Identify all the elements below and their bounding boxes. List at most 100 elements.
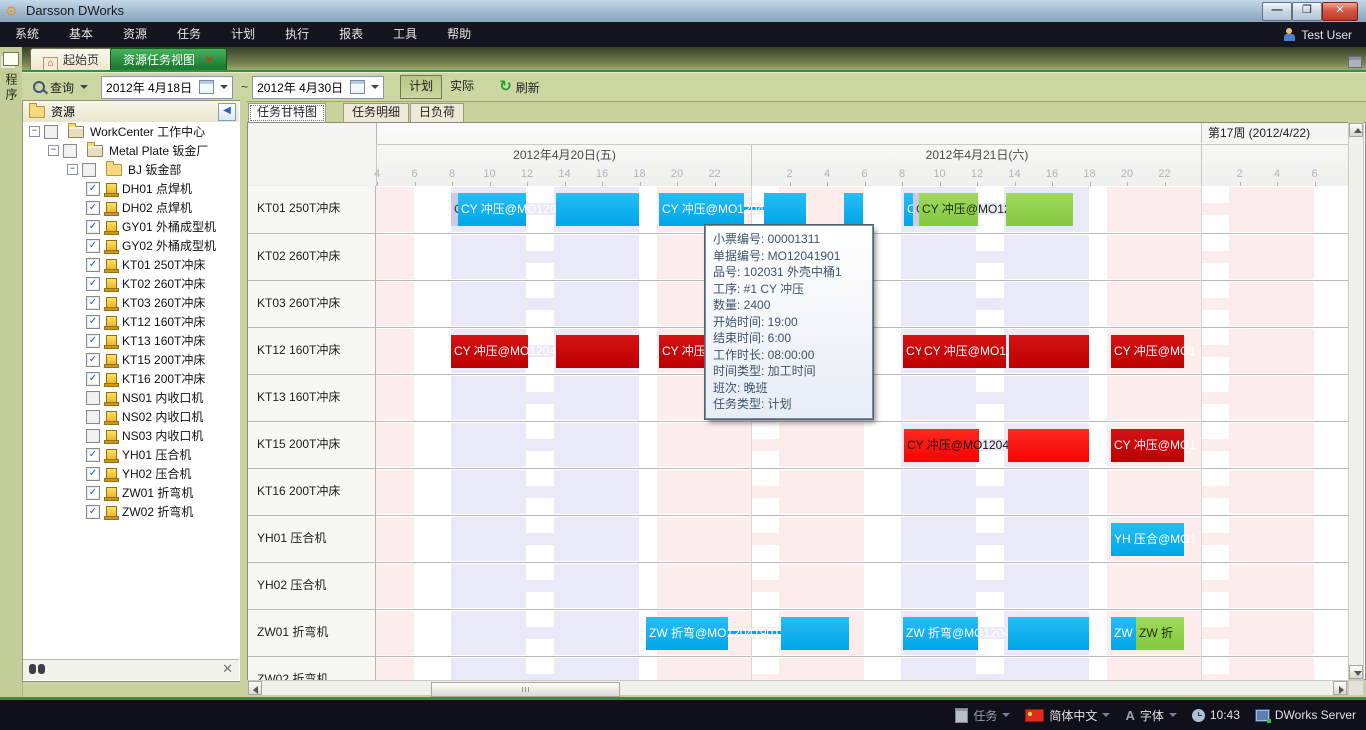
gantt-bar[interactable]: YH 压合@MO1 xyxy=(1111,523,1184,556)
menu-item[interactable]: 系统 xyxy=(0,22,54,47)
tree-checkbox[interactable]: ✓ xyxy=(86,315,100,329)
tree-checkbox[interactable] xyxy=(86,429,100,443)
menu-item[interactable]: 基本 xyxy=(54,22,108,47)
tree-item[interactable]: ✓YH02 压合机 xyxy=(23,464,239,483)
gantt-bar[interactable]: CY 冲 xyxy=(903,335,921,368)
actual-toggle-button[interactable]: 实际 xyxy=(442,76,482,98)
gantt-bar[interactable]: ZW 折弯@MO12041901 xyxy=(646,617,728,650)
date-from-dropdown-arrow[interactable] xyxy=(220,85,228,89)
scroll-down-button[interactable] xyxy=(1349,665,1363,679)
minimize-button[interactable]: — xyxy=(1262,2,1292,21)
close-button[interactable]: ✕ xyxy=(1322,2,1358,21)
gantt-bar[interactable]: C xyxy=(451,193,458,226)
menu-item[interactable]: 工具 xyxy=(378,22,432,47)
title-bar[interactable]: ⚙ Darsson DWorks — ❐ ✕ xyxy=(0,0,1366,23)
gantt-bar[interactable]: CY 冲压@MO1 xyxy=(1111,335,1184,368)
plan-toggle-button[interactable]: 计划 xyxy=(400,75,442,99)
tree-checkbox[interactable]: ✓ xyxy=(86,448,100,462)
gantt-bar[interactable] xyxy=(1006,193,1073,226)
expander-icon[interactable]: − xyxy=(29,126,40,137)
find-icon[interactable] xyxy=(29,664,45,674)
status-item[interactable]: A字体 xyxy=(1125,707,1176,724)
gantt-bar[interactable] xyxy=(1009,335,1089,368)
menu-item[interactable]: 报表 xyxy=(324,22,378,47)
restore-button[interactable]: ❐ xyxy=(1292,2,1322,21)
query-button[interactable]: 查询 xyxy=(26,76,95,98)
gantt-bar[interactable]: CY 冲压@MO12041904 xyxy=(921,335,1006,368)
scroll-left-button[interactable] xyxy=(248,681,262,695)
gantt-bar[interactable]: CY 冲压@MO12041904 xyxy=(451,335,528,368)
date-to-field[interactable]: 2012年 4月30日 xyxy=(252,76,384,99)
gantt-bar[interactable]: CY 冲压@MO12041902 xyxy=(919,193,978,226)
tree-item[interactable]: −BJ 钣金部 xyxy=(23,160,239,179)
gantt-bar[interactable] xyxy=(556,335,639,368)
tree-item[interactable]: ✓GY02 外桶成型机 xyxy=(23,236,239,255)
tree-checkbox[interactable]: ✓ xyxy=(86,258,100,272)
scroll-right-button[interactable] xyxy=(1333,681,1347,695)
tab-close-icon[interactable]: ✕ xyxy=(204,53,214,67)
scroll-up-button[interactable] xyxy=(1349,123,1363,137)
date-to-dropdown-arrow[interactable] xyxy=(371,85,379,89)
menu-item[interactable]: 执行 xyxy=(270,22,324,47)
tree-checkbox[interactable] xyxy=(82,163,96,177)
menu-item[interactable]: 资源 xyxy=(108,22,162,47)
tree-item[interactable]: ✓ZW02 折弯机 xyxy=(23,502,239,521)
panel-icon[interactable] xyxy=(3,52,19,66)
tab-start-page[interactable]: ⌂起始页 xyxy=(30,48,112,71)
tree-checkbox[interactable] xyxy=(44,125,58,139)
gantt-bar[interactable] xyxy=(556,193,639,226)
dropdown-arrow-icon[interactable] xyxy=(1002,713,1010,717)
tree-checkbox[interactable]: ✓ xyxy=(86,353,100,367)
menu-item[interactable]: 计划 xyxy=(216,22,270,47)
status-item[interactable]: 10:43 xyxy=(1192,708,1240,722)
gantt-bar[interactable]: CY 冲压@MO1 xyxy=(1111,429,1184,462)
tree-item[interactable]: NS03 内收口机 xyxy=(23,426,239,445)
tree-checkbox[interactable] xyxy=(63,144,77,158)
view-tab[interactable]: 日负荷 xyxy=(410,103,464,122)
tree-item[interactable]: ✓KT15 200T冲床 xyxy=(23,350,239,369)
tree-item[interactable]: ✓GY01 外桶成型机 xyxy=(23,217,239,236)
tree-checkbox[interactable]: ✓ xyxy=(86,201,100,215)
tree-item[interactable]: ✓ZW01 折弯机 xyxy=(23,483,239,502)
refresh-button[interactable]: ↻ 刷新 xyxy=(492,76,547,98)
gantt-bar[interactable] xyxy=(764,193,806,226)
tree-checkbox[interactable]: ✓ xyxy=(86,486,100,500)
gantt-bar[interactable]: ZW xyxy=(1111,617,1136,650)
date-from-field[interactable]: 2012年 4月18日 xyxy=(101,76,233,99)
tab-resource-task-view[interactable]: 资源任务视图✕ xyxy=(110,48,227,71)
tree-item[interactable]: ✓KT13 160T冲床 xyxy=(23,331,239,350)
side-strip-label[interactable]: 程序 xyxy=(3,73,20,103)
gantt-bar[interactable]: CY 冲压@MO12041901 xyxy=(458,193,526,226)
tree-checkbox[interactable]: ✓ xyxy=(86,372,100,386)
tree-checkbox[interactable]: ✓ xyxy=(86,296,100,310)
gantt-bar[interactable]: CY 冲压@MO12041903 xyxy=(904,429,979,462)
dropdown-arrow-icon[interactable] xyxy=(1102,713,1110,717)
tree-checkbox[interactable] xyxy=(86,391,100,405)
tree-item[interactable]: −WorkCenter 工作中心 xyxy=(23,122,239,141)
tree-checkbox[interactable]: ✓ xyxy=(86,182,100,196)
tree-checkbox[interactable] xyxy=(86,410,100,424)
expander-icon[interactable]: − xyxy=(67,164,78,175)
user-box[interactable]: Test User xyxy=(1283,22,1352,47)
tree-checkbox[interactable]: ✓ xyxy=(86,220,100,234)
tree-item[interactable]: ✓KT01 250T冲床 xyxy=(23,255,239,274)
horizontal-scrollbar[interactable] xyxy=(247,680,1348,696)
view-tab[interactable]: 任务甘特图 xyxy=(248,103,326,123)
horizontal-scroll-thumb[interactable] xyxy=(431,682,620,697)
gantt-bar[interactable]: CY 冲压@MO12041901 xyxy=(659,193,744,226)
panel-splitter[interactable] xyxy=(240,100,247,697)
dock-layout-icon[interactable] xyxy=(1348,56,1362,68)
tree-item[interactable]: ✓DH01 点焊机 xyxy=(23,179,239,198)
status-item[interactable]: 任务 xyxy=(955,707,1010,724)
gantt-bar[interactable] xyxy=(1008,429,1089,462)
clear-icon[interactable]: ✕ xyxy=(222,661,233,677)
tree-checkbox[interactable]: ✓ xyxy=(86,277,100,291)
tree-checkbox[interactable]: ✓ xyxy=(86,505,100,519)
tree-item[interactable]: ✓YH01 压合机 xyxy=(23,445,239,464)
calendar-icon[interactable] xyxy=(350,80,365,94)
gantt-bar[interactable]: ZW 折 xyxy=(1136,617,1184,650)
tree-item[interactable]: ✓KT12 160T冲床 xyxy=(23,312,239,331)
menu-item[interactable]: 任务 xyxy=(162,22,216,47)
tree-item[interactable]: ✓KT02 260T冲床 xyxy=(23,274,239,293)
tree-item[interactable]: ✓DH02 点焊机 xyxy=(23,198,239,217)
